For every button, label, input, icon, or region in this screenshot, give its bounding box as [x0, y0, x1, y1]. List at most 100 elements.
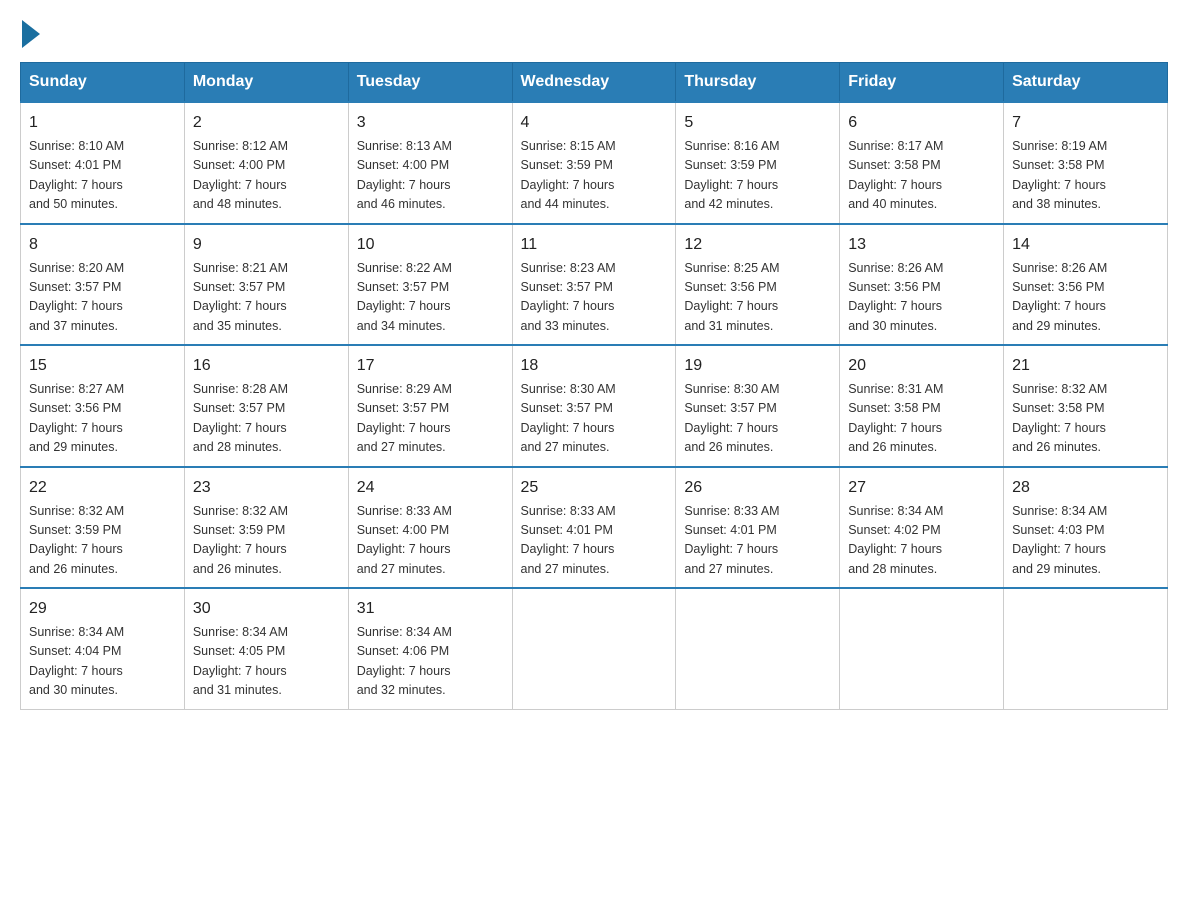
day-info: Sunrise: 8:30 AMSunset: 3:57 PMDaylight:… [684, 380, 831, 458]
day-info: Sunrise: 8:31 AMSunset: 3:58 PMDaylight:… [848, 380, 995, 458]
day-number: 13 [848, 233, 995, 257]
day-info: Sunrise: 8:10 AMSunset: 4:01 PMDaylight:… [29, 137, 176, 215]
day-cell-11: 11Sunrise: 8:23 AMSunset: 3:57 PMDayligh… [512, 224, 676, 346]
day-cell-30: 30Sunrise: 8:34 AMSunset: 4:05 PMDayligh… [184, 588, 348, 709]
day-cell-22: 22Sunrise: 8:32 AMSunset: 3:59 PMDayligh… [21, 467, 185, 589]
day-cell-8: 8Sunrise: 8:20 AMSunset: 3:57 PMDaylight… [21, 224, 185, 346]
calendar-week-row: 1Sunrise: 8:10 AMSunset: 4:01 PMDaylight… [21, 102, 1168, 224]
day-cell-4: 4Sunrise: 8:15 AMSunset: 3:59 PMDaylight… [512, 102, 676, 224]
day-cell-1: 1Sunrise: 8:10 AMSunset: 4:01 PMDaylight… [21, 102, 185, 224]
logo-arrow-icon [22, 20, 40, 48]
day-cell-24: 24Sunrise: 8:33 AMSunset: 4:00 PMDayligh… [348, 467, 512, 589]
weekday-header-wednesday: Wednesday [512, 63, 676, 103]
day-cell-13: 13Sunrise: 8:26 AMSunset: 3:56 PMDayligh… [840, 224, 1004, 346]
day-info: Sunrise: 8:26 AMSunset: 3:56 PMDaylight:… [848, 259, 995, 337]
day-cell-2: 2Sunrise: 8:12 AMSunset: 4:00 PMDaylight… [184, 102, 348, 224]
day-cell-9: 9Sunrise: 8:21 AMSunset: 3:57 PMDaylight… [184, 224, 348, 346]
day-info: Sunrise: 8:12 AMSunset: 4:00 PMDaylight:… [193, 137, 340, 215]
day-info: Sunrise: 8:13 AMSunset: 4:00 PMDaylight:… [357, 137, 504, 215]
day-info: Sunrise: 8:26 AMSunset: 3:56 PMDaylight:… [1012, 259, 1159, 337]
day-info: Sunrise: 8:29 AMSunset: 3:57 PMDaylight:… [357, 380, 504, 458]
day-info: Sunrise: 8:34 AMSunset: 4:05 PMDaylight:… [193, 623, 340, 701]
empty-day-cell [512, 588, 676, 709]
day-number: 1 [29, 111, 176, 135]
day-info: Sunrise: 8:27 AMSunset: 3:56 PMDaylight:… [29, 380, 176, 458]
day-number: 5 [684, 111, 831, 135]
day-cell-26: 26Sunrise: 8:33 AMSunset: 4:01 PMDayligh… [676, 467, 840, 589]
day-cell-3: 3Sunrise: 8:13 AMSunset: 4:00 PMDaylight… [348, 102, 512, 224]
weekday-header-thursday: Thursday [676, 63, 840, 103]
day-cell-19: 19Sunrise: 8:30 AMSunset: 3:57 PMDayligh… [676, 345, 840, 467]
day-number: 9 [193, 233, 340, 257]
day-info: Sunrise: 8:33 AMSunset: 4:01 PMDaylight:… [521, 502, 668, 580]
day-cell-23: 23Sunrise: 8:32 AMSunset: 3:59 PMDayligh… [184, 467, 348, 589]
day-number: 30 [193, 597, 340, 621]
day-info: Sunrise: 8:30 AMSunset: 3:57 PMDaylight:… [521, 380, 668, 458]
day-number: 25 [521, 476, 668, 500]
day-info: Sunrise: 8:32 AMSunset: 3:58 PMDaylight:… [1012, 380, 1159, 458]
calendar-week-row: 29Sunrise: 8:34 AMSunset: 4:04 PMDayligh… [21, 588, 1168, 709]
day-number: 15 [29, 354, 176, 378]
day-cell-12: 12Sunrise: 8:25 AMSunset: 3:56 PMDayligh… [676, 224, 840, 346]
day-cell-28: 28Sunrise: 8:34 AMSunset: 4:03 PMDayligh… [1004, 467, 1168, 589]
day-info: Sunrise: 8:21 AMSunset: 3:57 PMDaylight:… [193, 259, 340, 337]
day-cell-17: 17Sunrise: 8:29 AMSunset: 3:57 PMDayligh… [348, 345, 512, 467]
day-number: 14 [1012, 233, 1159, 257]
day-number: 19 [684, 354, 831, 378]
day-number: 6 [848, 111, 995, 135]
day-info: Sunrise: 8:33 AMSunset: 4:00 PMDaylight:… [357, 502, 504, 580]
day-cell-21: 21Sunrise: 8:32 AMSunset: 3:58 PMDayligh… [1004, 345, 1168, 467]
day-number: 27 [848, 476, 995, 500]
calendar-week-row: 15Sunrise: 8:27 AMSunset: 3:56 PMDayligh… [21, 345, 1168, 467]
day-number: 7 [1012, 111, 1159, 135]
day-cell-20: 20Sunrise: 8:31 AMSunset: 3:58 PMDayligh… [840, 345, 1004, 467]
day-number: 23 [193, 476, 340, 500]
day-info: Sunrise: 8:32 AMSunset: 3:59 PMDaylight:… [193, 502, 340, 580]
day-number: 3 [357, 111, 504, 135]
day-number: 16 [193, 354, 340, 378]
calendar-header-row: SundayMondayTuesdayWednesdayThursdayFrid… [21, 63, 1168, 103]
day-number: 26 [684, 476, 831, 500]
day-info: Sunrise: 8:20 AMSunset: 3:57 PMDaylight:… [29, 259, 176, 337]
day-cell-27: 27Sunrise: 8:34 AMSunset: 4:02 PMDayligh… [840, 467, 1004, 589]
day-number: 11 [521, 233, 668, 257]
calendar-week-row: 22Sunrise: 8:32 AMSunset: 3:59 PMDayligh… [21, 467, 1168, 589]
calendar-table: SundayMondayTuesdayWednesdayThursdayFrid… [20, 62, 1168, 710]
empty-day-cell [1004, 588, 1168, 709]
weekday-header-sunday: Sunday [21, 63, 185, 103]
day-number: 8 [29, 233, 176, 257]
day-info: Sunrise: 8:25 AMSunset: 3:56 PMDaylight:… [684, 259, 831, 337]
day-cell-5: 5Sunrise: 8:16 AMSunset: 3:59 PMDaylight… [676, 102, 840, 224]
day-number: 21 [1012, 354, 1159, 378]
day-number: 20 [848, 354, 995, 378]
weekday-header-saturday: Saturday [1004, 63, 1168, 103]
day-number: 12 [684, 233, 831, 257]
weekday-header-tuesday: Tuesday [348, 63, 512, 103]
day-cell-10: 10Sunrise: 8:22 AMSunset: 3:57 PMDayligh… [348, 224, 512, 346]
day-cell-7: 7Sunrise: 8:19 AMSunset: 3:58 PMDaylight… [1004, 102, 1168, 224]
calendar-week-row: 8Sunrise: 8:20 AMSunset: 3:57 PMDaylight… [21, 224, 1168, 346]
day-cell-6: 6Sunrise: 8:17 AMSunset: 3:58 PMDaylight… [840, 102, 1004, 224]
day-info: Sunrise: 8:28 AMSunset: 3:57 PMDaylight:… [193, 380, 340, 458]
day-cell-31: 31Sunrise: 8:34 AMSunset: 4:06 PMDayligh… [348, 588, 512, 709]
day-info: Sunrise: 8:34 AMSunset: 4:03 PMDaylight:… [1012, 502, 1159, 580]
day-info: Sunrise: 8:33 AMSunset: 4:01 PMDaylight:… [684, 502, 831, 580]
day-cell-15: 15Sunrise: 8:27 AMSunset: 3:56 PMDayligh… [21, 345, 185, 467]
day-number: 4 [521, 111, 668, 135]
day-info: Sunrise: 8:22 AMSunset: 3:57 PMDaylight:… [357, 259, 504, 337]
page-header [20, 20, 1168, 42]
day-cell-29: 29Sunrise: 8:34 AMSunset: 4:04 PMDayligh… [21, 588, 185, 709]
logo [20, 20, 42, 42]
day-info: Sunrise: 8:32 AMSunset: 3:59 PMDaylight:… [29, 502, 176, 580]
day-info: Sunrise: 8:19 AMSunset: 3:58 PMDaylight:… [1012, 137, 1159, 215]
empty-day-cell [676, 588, 840, 709]
day-number: 18 [521, 354, 668, 378]
day-info: Sunrise: 8:15 AMSunset: 3:59 PMDaylight:… [521, 137, 668, 215]
day-number: 17 [357, 354, 504, 378]
day-number: 29 [29, 597, 176, 621]
day-info: Sunrise: 8:34 AMSunset: 4:06 PMDaylight:… [357, 623, 504, 701]
day-cell-14: 14Sunrise: 8:26 AMSunset: 3:56 PMDayligh… [1004, 224, 1168, 346]
day-info: Sunrise: 8:34 AMSunset: 4:04 PMDaylight:… [29, 623, 176, 701]
day-number: 24 [357, 476, 504, 500]
day-number: 31 [357, 597, 504, 621]
